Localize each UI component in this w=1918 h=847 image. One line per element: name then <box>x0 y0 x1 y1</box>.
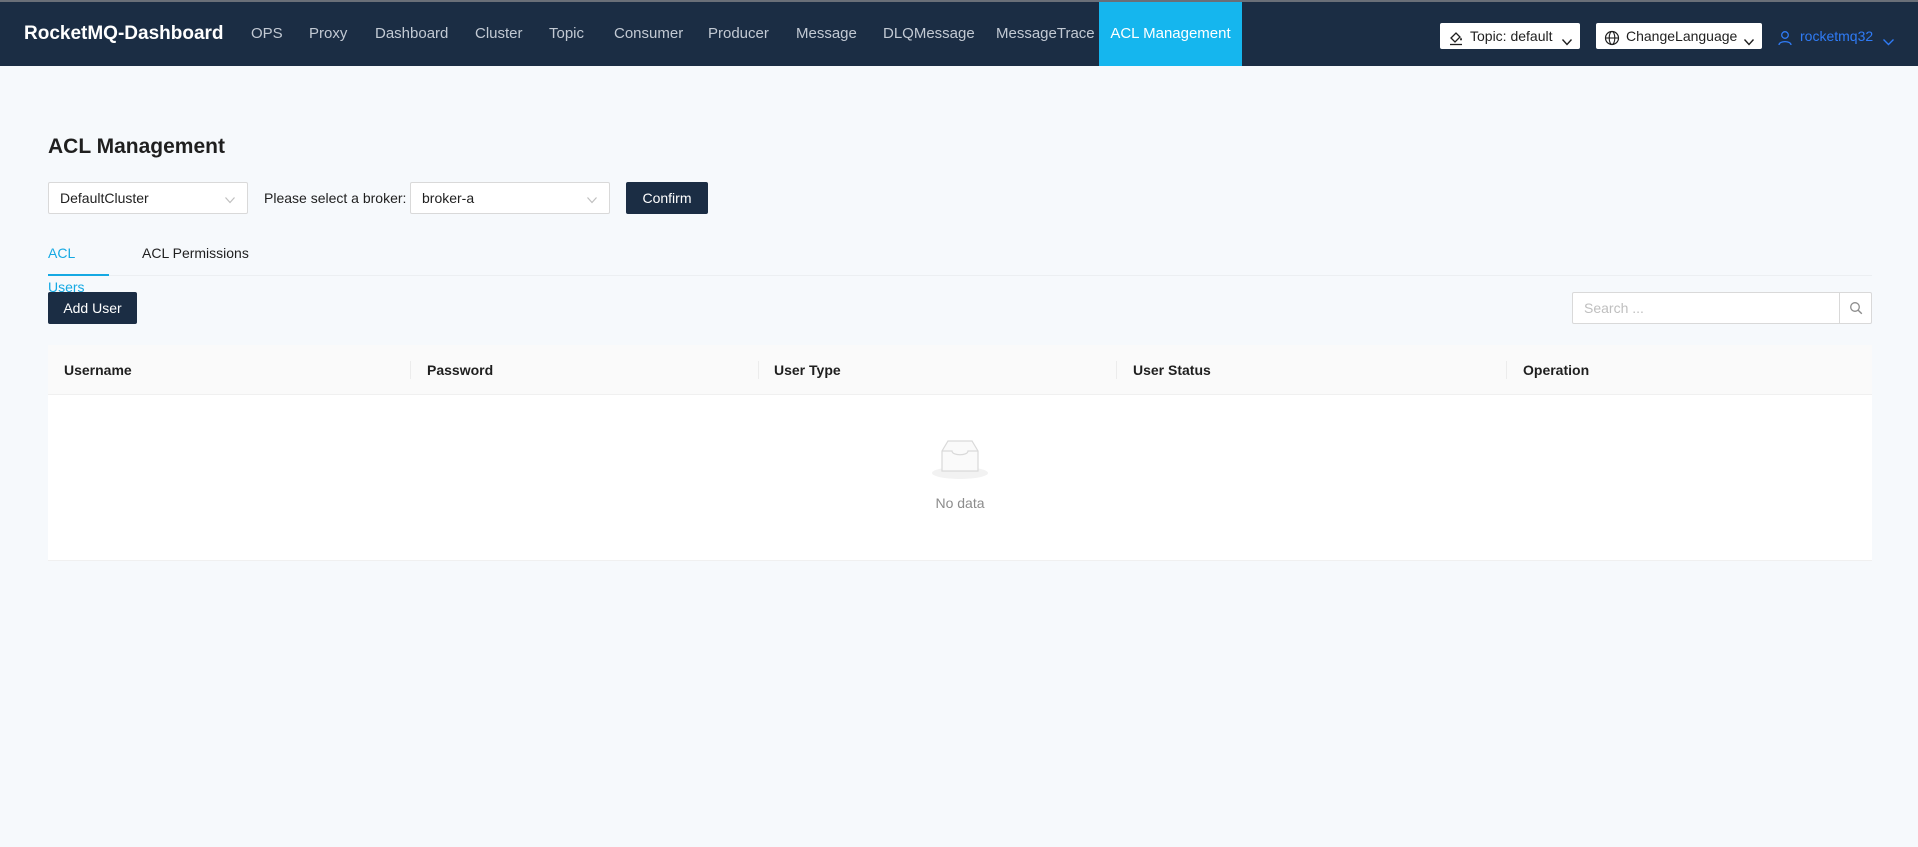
column-header-user-status[interactable]: User Status <box>1133 345 1211 395</box>
column-header-username[interactable]: Username <box>64 345 132 395</box>
brand-logo[interactable]: RocketMQ-Dashboard <box>24 2 224 66</box>
nav-item-topic[interactable]: Topic <box>549 2 584 66</box>
confirm-button[interactable]: Confirm <box>626 182 708 214</box>
nav-item-consumer[interactable]: Consumer <box>614 2 683 66</box>
search-icon <box>1850 302 1863 315</box>
topic-selector[interactable]: Topic: default <box>1440 23 1580 49</box>
tab-acl-users[interactable]: ACL Users <box>48 236 109 295</box>
column-divider <box>1506 361 1507 379</box>
empty-inbox-icon <box>930 437 990 484</box>
topic-selector-label: Topic: default <box>1470 28 1553 44</box>
chevron-down-icon <box>1882 30 1895 56</box>
tab-acl-permissions[interactable]: ACL Permissions <box>142 236 249 276</box>
user-icon <box>1778 28 1792 54</box>
paint-bucket-icon <box>1448 28 1464 54</box>
acl-users-table: Username Password User Type User Status … <box>48 345 1872 561</box>
nav-item-dashboard[interactable]: Dashboard <box>375 2 448 66</box>
nav-item-ops[interactable]: OPS <box>251 2 283 66</box>
column-divider <box>758 361 759 379</box>
column-header-operation[interactable]: Operation <box>1523 345 1589 395</box>
language-selector-label: ChangeLanguage <box>1626 28 1738 44</box>
acl-tabs: ACL Users ACL Permissions <box>48 236 1872 295</box>
table-header: Username Password User Type User Status … <box>48 345 1872 395</box>
page-title: ACL Management <box>48 135 225 158</box>
broker-select-value: broker-a <box>422 190 475 206</box>
search-input[interactable] <box>1573 293 1839 323</box>
column-divider <box>410 361 411 379</box>
nav-item-cluster[interactable]: Cluster <box>475 2 523 66</box>
user-name: rocketmq32 <box>1800 28 1874 44</box>
chevron-down-icon <box>1743 30 1755 56</box>
nav-item-acl-management[interactable]: ACL Management <box>1099 2 1242 66</box>
globe-icon <box>1604 28 1620 54</box>
chevron-down-icon <box>224 193 236 209</box>
empty-text: No data <box>935 495 985 511</box>
broker-label: Please select a broker: <box>264 190 407 206</box>
nav-item-message[interactable]: Message <box>796 2 857 66</box>
nav-item-proxy[interactable]: Proxy <box>309 2 347 66</box>
nav-item-producer[interactable]: Producer <box>708 2 769 66</box>
search-box <box>1572 292 1872 324</box>
column-header-password[interactable]: Password <box>427 345 493 395</box>
column-header-user-type[interactable]: User Type <box>774 345 841 395</box>
nav-item-messagetrace[interactable]: MessageTrace <box>996 2 1095 66</box>
column-divider <box>1116 361 1117 379</box>
cluster-select[interactable]: DefaultCluster <box>48 182 248 214</box>
chevron-down-icon <box>586 193 598 209</box>
language-selector[interactable]: ChangeLanguage <box>1596 23 1762 49</box>
chevron-down-icon <box>1561 30 1573 56</box>
nav-item-dlqmessage[interactable]: DLQMessage <box>883 2 975 66</box>
cluster-select-value: DefaultCluster <box>60 190 149 206</box>
broker-select[interactable]: broker-a <box>410 182 610 214</box>
search-button[interactable] <box>1839 293 1871 323</box>
add-user-button[interactable]: Add User <box>48 292 137 324</box>
top-navigation-bar: RocketMQ-Dashboard OPS Proxy Dashboard C… <box>0 0 1918 66</box>
table-body: No data <box>48 395 1872 561</box>
